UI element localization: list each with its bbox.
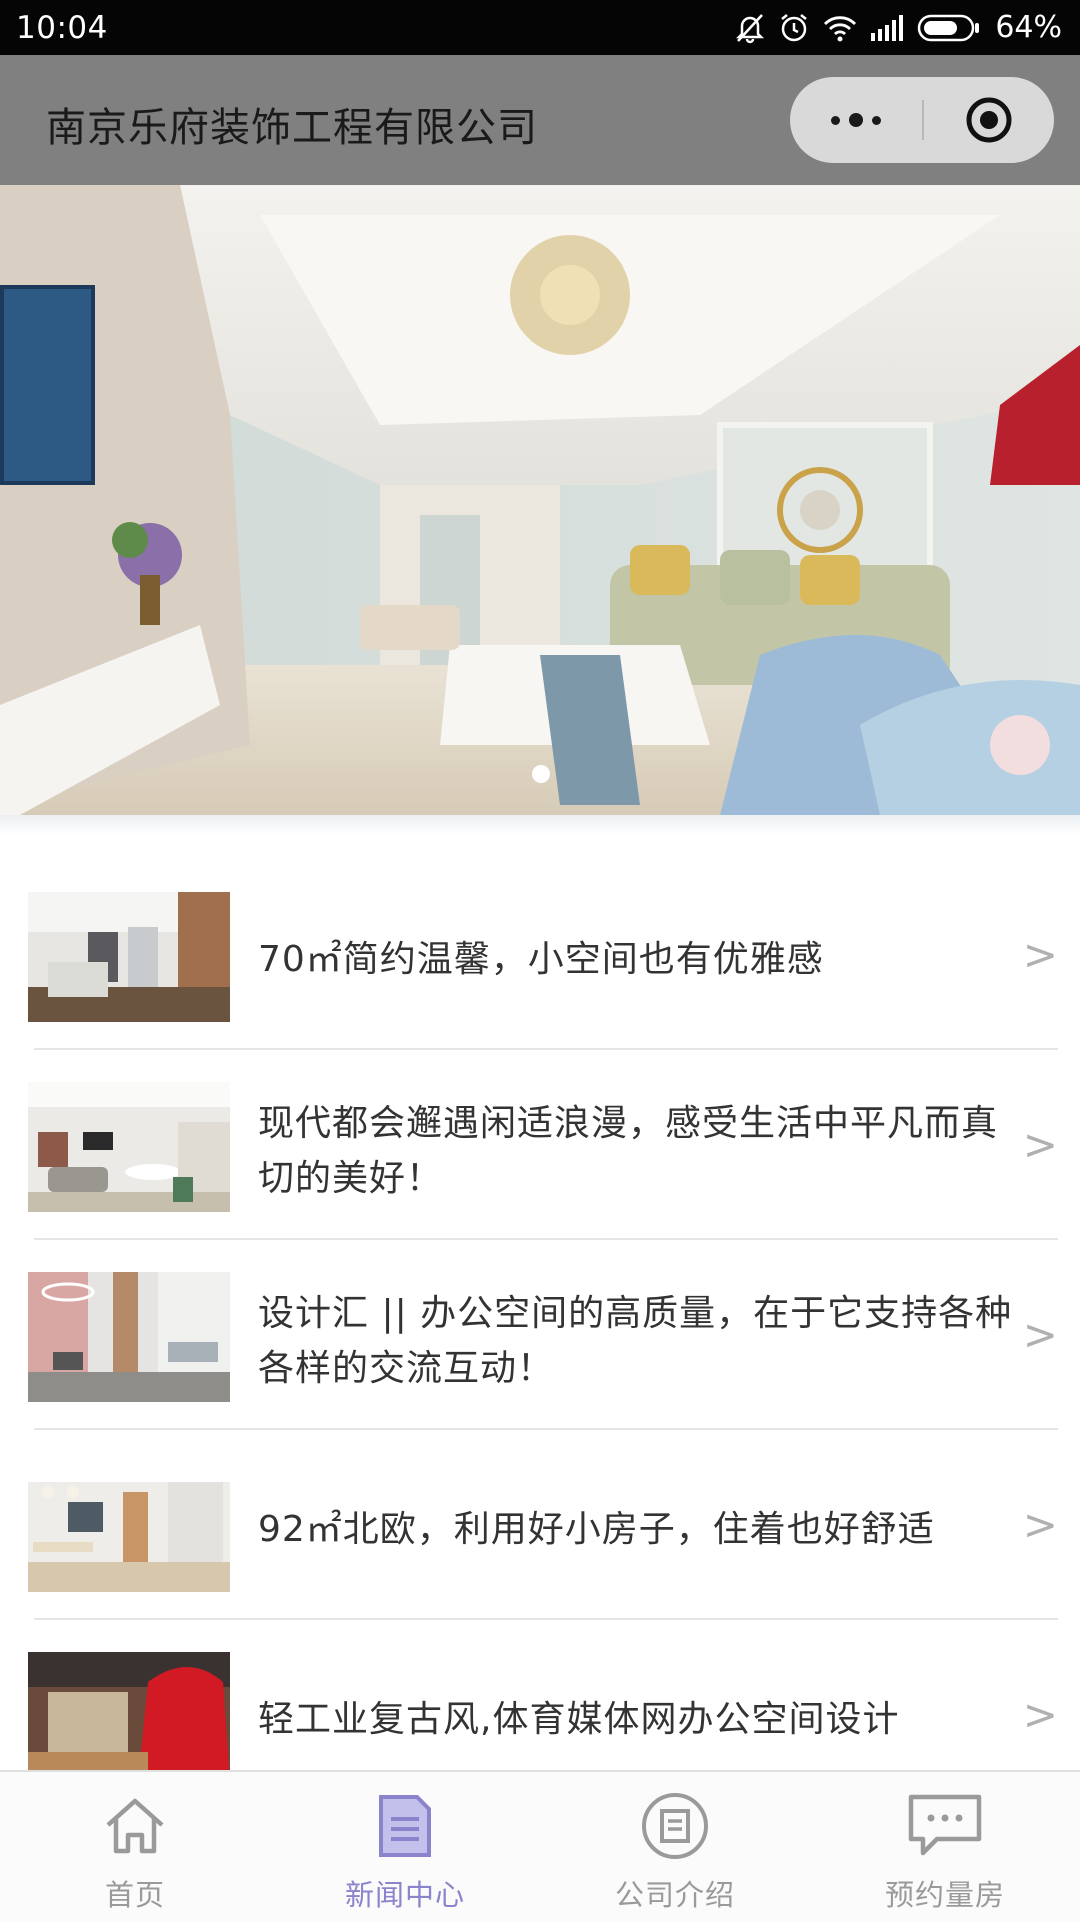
list-divider <box>34 1048 1058 1050</box>
more-icon-dot <box>872 115 881 125</box>
status-icons: 64% <box>735 10 1062 45</box>
news-thumbnail <box>28 1272 230 1402</box>
list-item[interactable]: 70㎡简约温馨，小空间也有优雅感 > <box>0 880 1080 1070</box>
news-title: 70㎡简约温馨，小空间也有优雅感 <box>258 939 824 980</box>
close-button[interactable] <box>924 77 1054 163</box>
list-divider <box>34 1428 1058 1430</box>
status-bar: 10:04 64% <box>0 0 1080 55</box>
news-title: 轻工业复古风,体育媒体网办公空间设计 <box>258 1699 900 1740</box>
tab-label: 首页 <box>104 1878 165 1912</box>
more-icon-dot <box>849 113 863 127</box>
list-item[interactable]: 现代都会邂遇闲适浪漫，感受生活中平凡而真切的美好！ > <box>0 1070 1080 1260</box>
news-thumbnail <box>28 1462 230 1592</box>
more-icon <box>831 115 840 125</box>
bottom-tab-bar: 首页 新闻中心 公司介绍 预约量房 <box>0 1770 1080 1922</box>
list-item[interactable]: 设计汇 || 办公空间的高质量，在于它支持各种各样的交流互动！ > <box>0 1260 1080 1450</box>
banner-image <box>0 185 1080 815</box>
chat-bubble-icon <box>905 1788 985 1864</box>
list-item[interactable]: 92㎡北欧，利用好小房子，住着也好舒适 > <box>0 1450 1080 1640</box>
news-title: 现代都会邂遇闲适浪漫，感受生活中平凡而真切的美好！ <box>258 1103 999 1199</box>
tab-label: 公司介绍 <box>614 1878 735 1912</box>
news-title: 设计汇 || 办公空间的高质量，在于它支持各种各样的交流互动！ <box>258 1293 1013 1389</box>
battery-icon <box>917 14 981 42</box>
news-thumbnail <box>28 1652 230 1770</box>
chevron-right-icon: > <box>1022 1310 1058 1359</box>
list-divider <box>34 1618 1058 1620</box>
wifi-icon <box>823 14 857 42</box>
mute-bell-icon <box>735 12 765 44</box>
list-divider <box>34 1238 1058 1240</box>
tab-booking[interactable]: 预约量房 <box>810 1772 1080 1922</box>
battery-percentage: 64% <box>995 10 1062 45</box>
tab-label: 新闻中心 <box>344 1878 465 1912</box>
news-title: 92㎡北欧，利用好小房子，住着也好舒适 <box>258 1509 935 1550</box>
home-icon <box>95 1788 175 1864</box>
signal-icon <box>871 14 904 41</box>
tab-company-intro[interactable]: 公司介绍 <box>540 1772 810 1922</box>
banner-carousel[interactable] <box>0 185 1080 815</box>
news-document-icon <box>365 1788 445 1864</box>
more-button[interactable] <box>790 77 922 163</box>
banner-indicator-dot[interactable] <box>532 765 550 783</box>
news-thumbnail <box>28 892 230 1022</box>
chevron-right-icon: > <box>1022 1690 1058 1739</box>
chevron-right-icon: > <box>1022 930 1058 979</box>
nav-bar: 南京乐府装饰工程有限公司 <box>0 55 1080 185</box>
tab-news-center[interactable]: 新闻中心 <box>270 1772 540 1922</box>
tab-home[interactable]: 首页 <box>0 1772 270 1922</box>
alarm-icon <box>779 12 809 44</box>
page-title: 南京乐府装饰工程有限公司 <box>46 105 538 151</box>
mini-program-capsule <box>790 77 1054 163</box>
news-thumbnail <box>28 1082 230 1212</box>
close-circle-icon <box>966 97 1012 143</box>
banner-separator <box>0 815 1080 835</box>
tab-label: 预约量房 <box>884 1878 1005 1912</box>
status-time: 10:04 <box>16 9 108 46</box>
chevron-right-icon: > <box>1022 1120 1058 1169</box>
chevron-right-icon: > <box>1022 1500 1058 1549</box>
company-badge-icon <box>635 1788 715 1864</box>
